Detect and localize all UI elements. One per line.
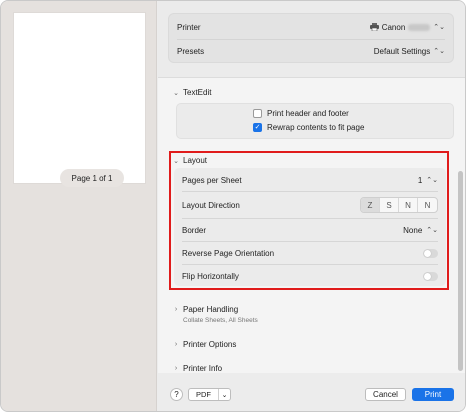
print-header-footer-option[interactable]: Print header and footer <box>253 109 349 118</box>
page-preview: Page 1 of 1 <box>14 13 145 187</box>
chevron-down-icon: ⌄ <box>173 157 179 165</box>
printer-value: Canon <box>381 22 406 32</box>
printer-label: Printer <box>177 22 201 32</box>
presets-value: Default Settings <box>373 46 431 56</box>
presets-select[interactable]: Default Settings ⌃⌄ <box>374 47 445 56</box>
textedit-title: TextEdit <box>183 88 212 97</box>
rewrap-contents-checkbox[interactable]: ✓ <box>253 123 262 132</box>
print-dialog: Page 1 of 1 Printer Canon ⌃⌄ Presets Def… <box>0 0 466 412</box>
printer-icon <box>369 23 379 31</box>
reverse-orientation-row: Reverse Page Orientation <box>174 244 446 262</box>
settings-pane: Printer Canon ⌃⌄ Presets Default Setting… <box>158 1 465 411</box>
chevron-right-icon: › <box>174 341 178 348</box>
rewrap-contents-label: Rewrap contents to fit page <box>267 123 365 132</box>
flip-horizontally-label: Flip Horizontally <box>182 271 239 281</box>
reverse-orientation-toggle[interactable] <box>423 248 438 258</box>
chevron-updown-icon: ⌃⌄ <box>426 227 438 234</box>
printer-info-section[interactable]: › Printer Info <box>173 364 222 373</box>
pdf-button-label[interactable]: PDF <box>189 389 219 400</box>
layout-section-header[interactable]: ⌄ Layout <box>173 156 207 165</box>
scrollbar[interactable] <box>458 171 463 371</box>
reverse-orientation-label: Reverse Page Orientation <box>182 248 275 258</box>
textedit-section-header[interactable]: ⌄ TextEdit <box>173 88 211 97</box>
chevron-down-icon: ⌄ <box>173 89 179 97</box>
chevron-updown-icon: ⌃⌄ <box>433 24 445 31</box>
chevron-right-icon: › <box>174 365 178 372</box>
printer-info-title: Printer Info <box>183 364 223 373</box>
print-button[interactable]: Print <box>412 388 454 401</box>
printer-row[interactable]: Printer Canon ⌃⌄ <box>169 18 453 36</box>
paper-handling-summary: Collate Sheets, All Sheets <box>183 317 258 324</box>
printer-presets-box: Printer Canon ⌃⌄ Presets Default Setting… <box>168 13 454 63</box>
divider <box>177 39 445 40</box>
redacted-printer-model <box>408 23 431 31</box>
layout-options-box: Pages per Sheet 1 ⌃⌄ Layout Direction Z … <box>174 168 446 286</box>
pages-per-sheet-value: 1 <box>417 175 423 185</box>
print-header-footer-label: Print header and footer <box>267 109 349 118</box>
presets-label: Presets <box>177 46 205 56</box>
chevron-updown-icon: ⌃⌄ <box>426 177 438 184</box>
preview-pane: Page 1 of 1 <box>1 1 157 411</box>
presets-row[interactable]: Presets Default Settings ⌃⌄ <box>169 42 453 60</box>
page-indicator-label: Page 1 of 1 <box>71 173 113 183</box>
rewrap-contents-option[interactable]: ✓ Rewrap contents to fit page <box>253 123 364 132</box>
flip-horizontally-toggle[interactable] <box>423 271 438 281</box>
chevron-updown-icon: ⌃⌄ <box>433 48 445 55</box>
options-scroll-area[interactable]: ⌄ TextEdit Print header and footer ✓ Rew… <box>158 77 465 373</box>
pages-per-sheet-row[interactable]: Pages per Sheet 1 ⌃⌄ <box>174 171 446 189</box>
border-row[interactable]: Border None ⌃⌄ <box>174 221 446 239</box>
paper-handling-title: Paper Handling <box>183 305 239 314</box>
pages-per-sheet-select[interactable]: 1 ⌃⌄ <box>418 176 438 185</box>
border-value: None <box>403 225 423 235</box>
textedit-options-box: Print header and footer ✓ Rewrap content… <box>176 103 454 139</box>
layout-direction-label: Layout Direction <box>182 200 240 210</box>
printer-options-section[interactable]: › Printer Options <box>173 340 237 349</box>
print-header-footer-checkbox[interactable] <box>253 109 262 118</box>
chevron-down-icon[interactable]: ⌄ <box>219 389 230 400</box>
layout-title: Layout <box>183 156 208 165</box>
divider <box>182 241 438 242</box>
pages-per-sheet-label: Pages per Sheet <box>182 175 242 185</box>
page-indicator: Page 1 of 1 <box>60 169 124 187</box>
printer-select[interactable]: Canon ⌃⌄ <box>369 22 445 32</box>
divider <box>182 264 438 265</box>
divider <box>182 218 438 219</box>
paper-handling-section[interactable]: › Paper Handling Collate Sheets, All She… <box>173 305 258 324</box>
direction-z-icon[interactable]: Z <box>361 198 380 212</box>
printer-options-title: Printer Options <box>183 340 237 349</box>
pdf-menu-button[interactable]: PDF ⌄ <box>188 388 231 401</box>
border-select[interactable]: None ⌃⌄ <box>403 226 438 235</box>
direction-n-icon[interactable]: N <box>399 198 418 212</box>
layout-direction-control: Z S N N <box>360 197 438 213</box>
divider <box>182 191 438 192</box>
flip-horizontally-row: Flip Horizontally <box>174 267 446 285</box>
direction-s-icon[interactable]: S <box>380 198 399 212</box>
dialog-footer: ? PDF ⌄ Cancel Print <box>158 373 465 411</box>
border-label: Border <box>182 225 207 235</box>
help-button[interactable]: ? <box>170 388 183 401</box>
chevron-right-icon: › <box>174 306 178 313</box>
direction-reverse-n-icon[interactable]: N <box>418 198 437 212</box>
cancel-button[interactable]: Cancel <box>365 388 406 401</box>
layout-direction-row: Layout Direction Z S N N <box>174 194 446 216</box>
